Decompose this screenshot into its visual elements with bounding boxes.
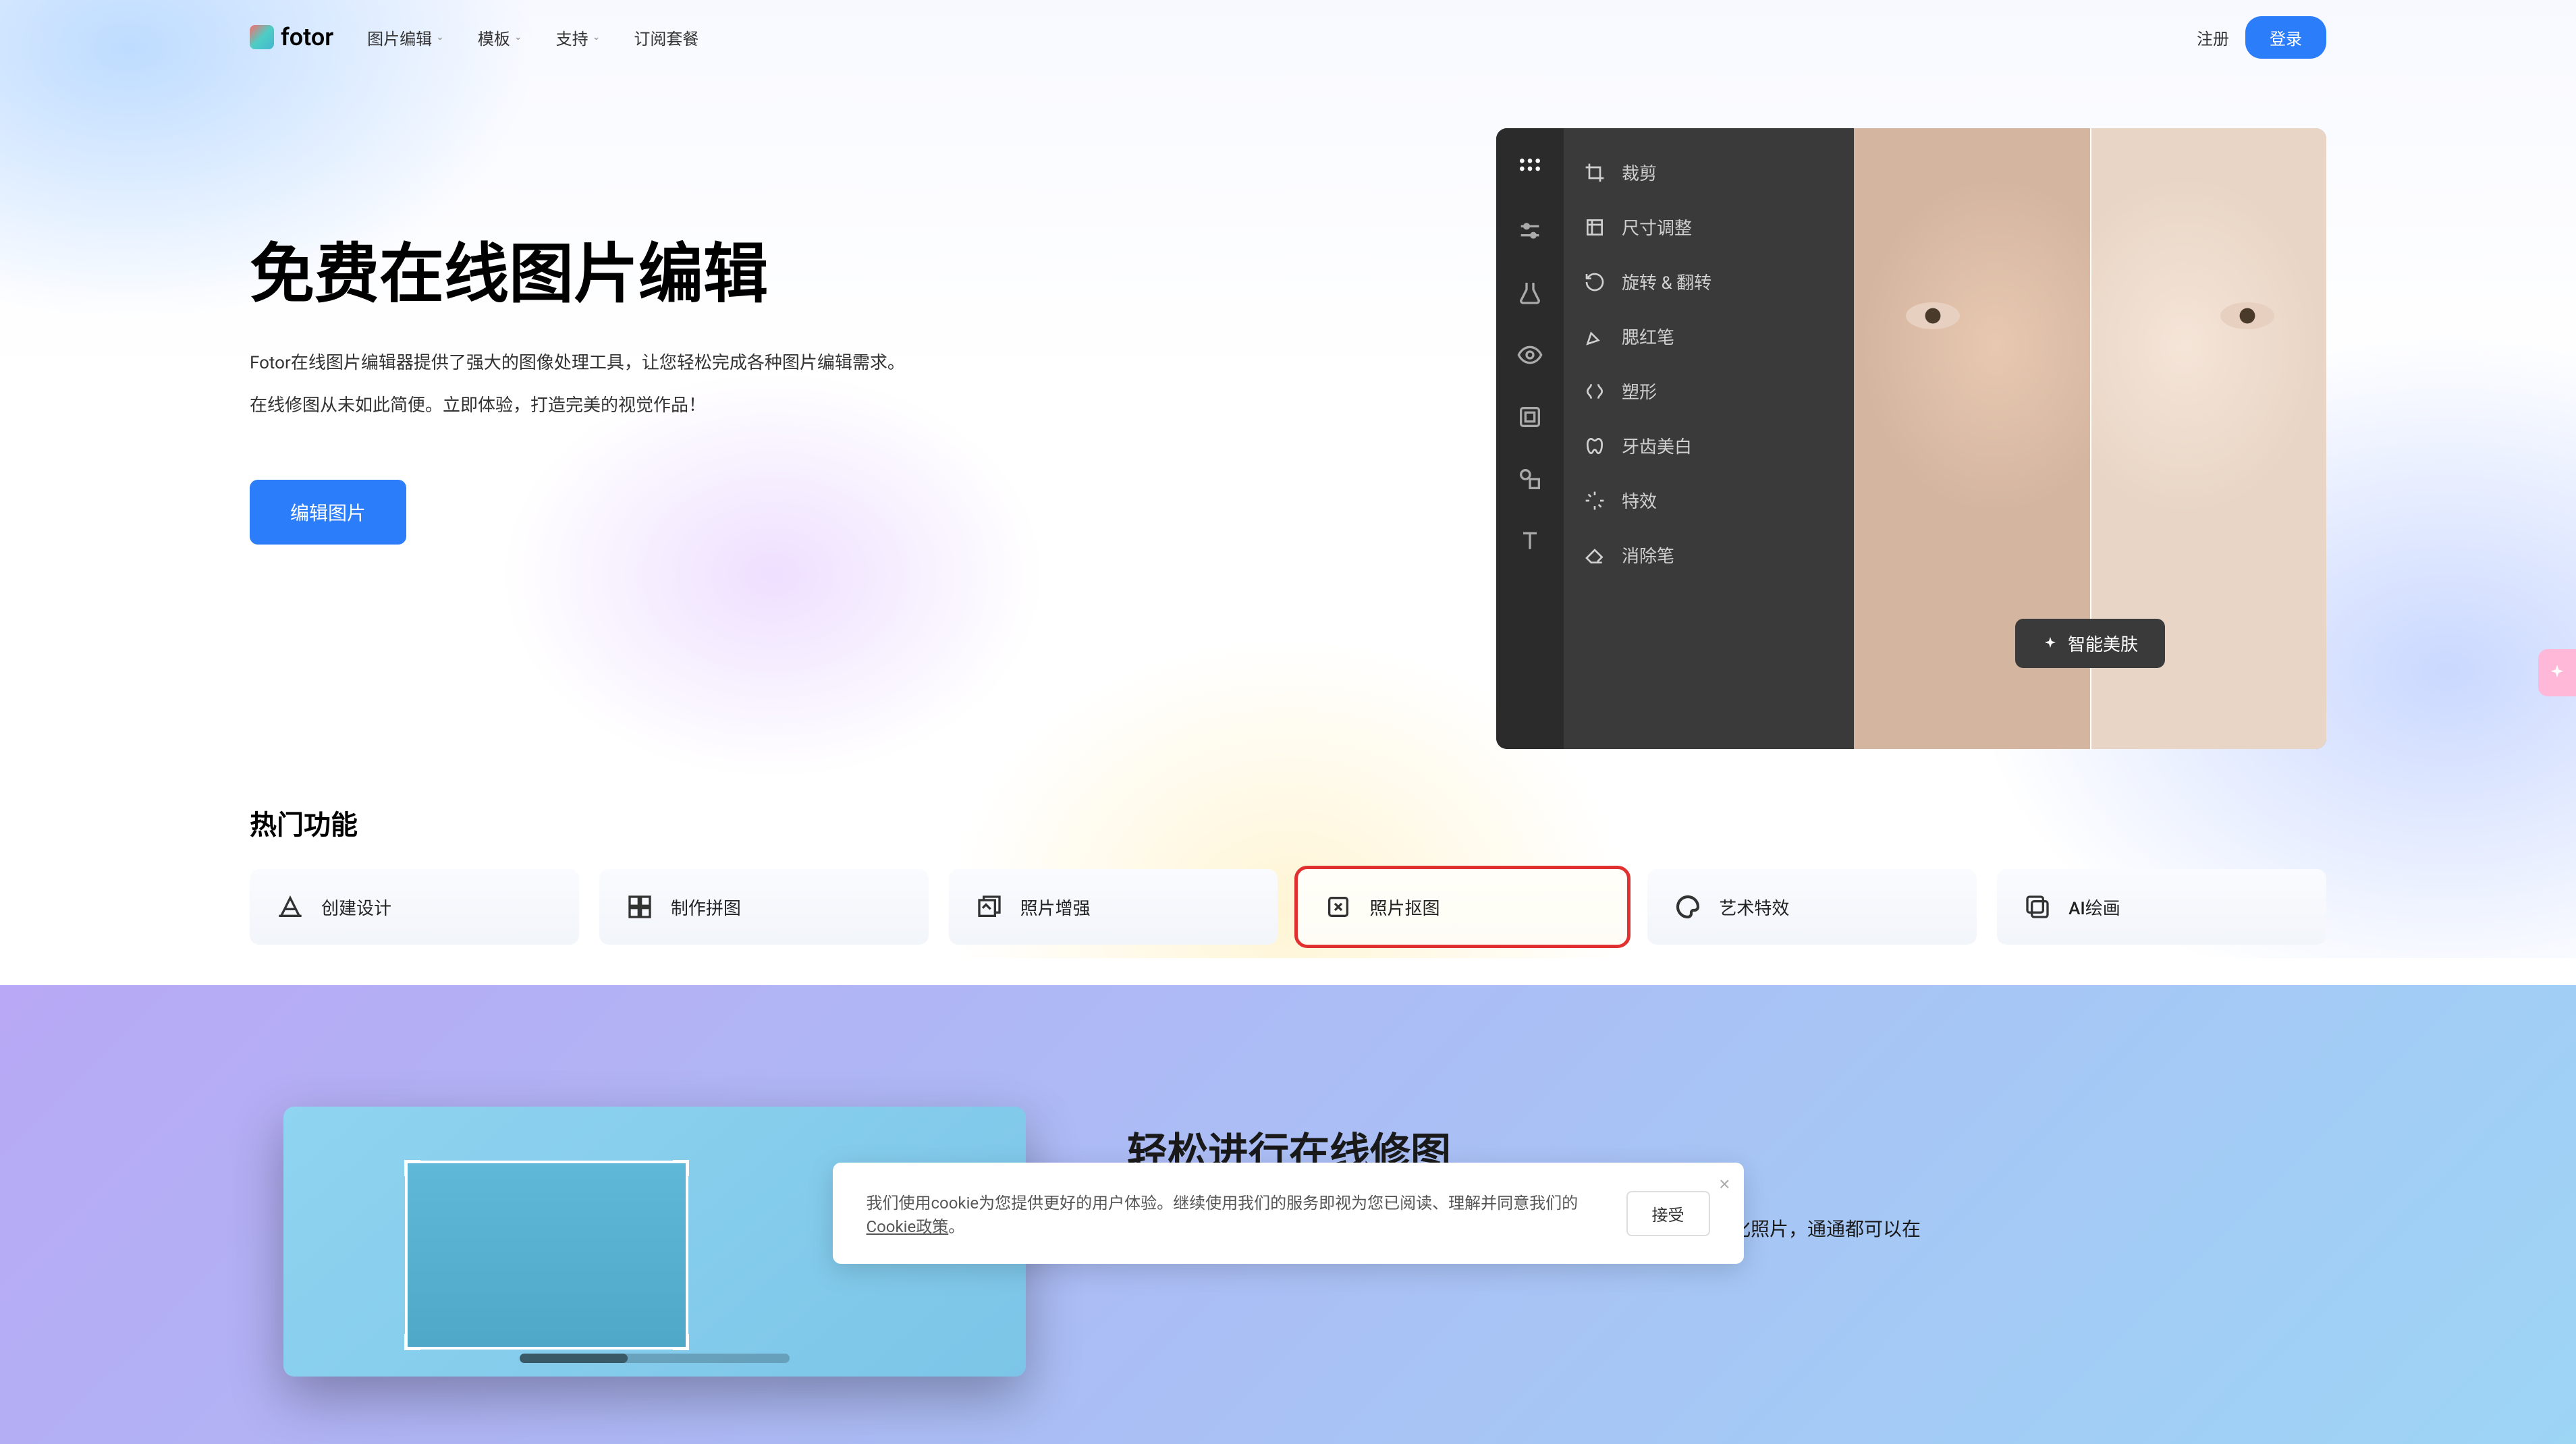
hero-title: 免费在线图片编辑 [250,236,1456,314]
blush-icon [1584,326,1606,348]
accept-button[interactable]: 接受 [1626,1191,1710,1236]
cookie-banner: × 我们使用cookie为您提供更好的用户体验。继续使用我们的服务即视为您已阅读… [833,1163,1744,1264]
teeth-icon [1584,435,1606,457]
nav-item-edit[interactable]: 图片编辑 ⌄ [367,26,444,49]
collage-icon [626,893,653,920]
scrollbar-thumb[interactable] [520,1354,628,1363]
reshape-icon [1584,381,1606,402]
sparkle-icon [2042,636,2058,652]
scrollbar[interactable] [520,1354,790,1363]
hero-desc-1: Fotor在线图片编辑器提供了强大的图像处理工具，让您轻松完成各种图片编辑需求。 [250,348,1456,379]
cookie-text: 我们使用cookie为您提供更好的用户体验。继续使用我们的服务即视为您已阅读、理… [867,1190,1599,1237]
tool-sidebar [1496,128,1564,749]
design-icon [277,893,304,920]
feature-collage[interactable]: 制作拼图 [599,869,929,945]
signup-link[interactable]: 注册 [2197,26,2229,49]
edit-image-button[interactable]: 编辑图片 [250,480,406,545]
tool-item-crop[interactable]: 裁剪 [1564,145,1854,200]
login-button[interactable]: 登录 [2245,16,2326,59]
features-title: 热门功能 [0,776,2576,869]
cookie-policy-link[interactable]: Cookie政策 [867,1217,949,1236]
feature-cutout[interactable]: 照片抠图 [1298,869,1627,945]
tool-item-reshape[interactable]: 塑形 [1564,364,1854,418]
frame-icon[interactable] [1516,404,1543,431]
nav-item-support[interactable]: 支持 ⌄ [556,26,601,49]
resize-icon [1584,217,1606,238]
logo-text: fotor [281,23,333,51]
chevron-down-icon: ⌄ [436,32,444,43]
tool-item-rotate[interactable]: 旋转 & 翻转 [1564,254,1854,309]
logo[interactable]: fotor [250,23,333,51]
hero-desc-2: 在线修图从未如此简便。立即体验，打造完美的视觉作品！ [250,390,1456,422]
flask-icon[interactable] [1516,279,1543,306]
fab-button[interactable] [2538,649,2576,696]
chevron-down-icon: ⌄ [593,32,601,43]
crop-frame[interactable] [405,1161,688,1350]
text-icon[interactable] [1516,528,1543,555]
shapes-icon[interactable] [1516,466,1543,493]
features-grid: 创建设计 制作拼图 照片增强 照片抠图 艺术特效 AI绘画 [0,869,2576,985]
nav-item-templates[interactable]: 模板 ⌄ [478,26,522,49]
crop-icon [1584,162,1606,184]
art-icon [1674,893,1701,920]
feature-art-effects[interactable]: 艺术特效 [1647,869,1977,945]
cutout-icon [1325,893,1352,920]
preview-image: 智能美肤 [1854,128,2326,749]
eye-icon[interactable] [1516,341,1543,368]
tool-item-resize[interactable]: 尺寸调整 [1564,200,1854,254]
chevron-down-icon: ⌄ [514,32,522,43]
grid-icon[interactable] [1516,155,1543,182]
hero-section: 免费在线图片编辑 Fotor在线图片编辑器提供了强大的图像处理工具，让您轻松完成… [0,74,2576,776]
feature-ai-paint[interactable]: AI绘画 [1997,869,2326,945]
close-button[interactable]: × [1719,1173,1730,1195]
sliders-icon[interactable] [1516,217,1543,244]
nav-item-subscribe[interactable]: 订阅套餐 [634,26,698,49]
tool-item-teeth[interactable]: 牙齿美白 [1564,418,1854,473]
logo-icon [250,25,274,49]
enhance-icon [976,893,1003,920]
main-nav: 图片编辑 ⌄ 模板 ⌄ 支持 ⌄ 订阅套餐 [367,26,698,49]
ai-icon [2024,893,2051,920]
rotate-icon [1584,271,1606,293]
tool-item-eraser[interactable]: 消除笔 [1564,528,1854,582]
feature-create-design[interactable]: 创建设计 [250,869,579,945]
effects-icon [1584,490,1606,511]
editor-preview: 裁剪 尺寸调整 旋转 & 翻转 腮红笔 塑形 牙齿美白 [1496,128,2326,749]
tool-list: 裁剪 尺寸调整 旋转 & 翻转 腮红笔 塑形 牙齿美白 [1564,128,1854,749]
tool-item-effects[interactable]: 特效 [1564,473,1854,528]
eraser-icon [1584,545,1606,566]
tool-item-blush[interactable]: 腮红笔 [1564,309,1854,364]
feature-enhance[interactable]: 照片增强 [949,869,1278,945]
header: fotor 图片编辑 ⌄ 模板 ⌄ 支持 ⌄ 订阅套餐 注册 登录 [0,0,2576,74]
smart-skin-button[interactable]: 智能美肤 [2015,619,2165,668]
